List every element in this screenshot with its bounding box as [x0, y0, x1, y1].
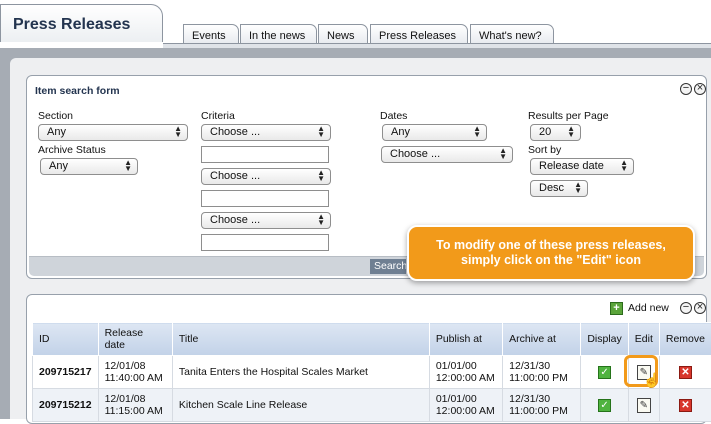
criteria-label: Criteria: [201, 110, 235, 122]
section-select[interactable]: Any ▲▼: [38, 124, 188, 141]
col-header-archive-at[interactable]: Archive at: [503, 323, 581, 356]
criteria-text-3[interactable]: [201, 234, 329, 251]
section-value: Any: [47, 126, 66, 138]
col-header-title[interactable]: Title: [172, 323, 429, 356]
select-arrows-icon: ▲▼: [317, 170, 325, 182]
select-arrows-icon: ▲▼: [124, 160, 132, 172]
results-per-page-label: Results per Page: [528, 110, 609, 122]
select-arrows-icon: ▲▼: [317, 214, 325, 226]
cell-id: 209715217: [33, 356, 99, 389]
criteria-select-1-value: Choose ...: [210, 126, 260, 138]
cell-edit: ✎: [628, 389, 659, 422]
select-arrows-icon: ▲▼: [317, 126, 325, 138]
col-header-release-date[interactable]: Release date: [98, 323, 172, 356]
top-tab-bar: Press Releases Events In the news News P…: [0, 0, 711, 48]
select-arrows-icon: ▲▼: [574, 182, 582, 194]
subtab-press-releases[interactable]: Press Releases: [370, 24, 468, 45]
sort-by-select[interactable]: Release date ▲▼: [530, 158, 634, 175]
remove-icon[interactable]: ✕: [679, 366, 692, 379]
archive-status-select[interactable]: Any ▲▼: [40, 158, 138, 175]
section-label: Section: [38, 110, 73, 122]
criteria-select-1[interactable]: Choose ... ▲▼: [201, 124, 331, 141]
select-arrows-icon: ▲▼: [473, 126, 481, 138]
table-row: 209715217 12/01/08 11:40:00 AM Tanita En…: [33, 356, 711, 389]
select-arrows-icon: ▲▼: [499, 148, 507, 160]
tab-press-releases-main[interactable]: Press Releases: [0, 4, 163, 42]
subtab-news[interactable]: News: [318, 24, 368, 45]
subtab-events[interactable]: Events: [183, 24, 239, 45]
sort-order-select[interactable]: Desc ▲▼: [530, 180, 588, 197]
archive-status-label: Archive Status: [38, 144, 106, 156]
dates-value: Any: [391, 126, 410, 138]
table-header-row: ID Release date Title Publish at Archive…: [33, 323, 711, 356]
table-row: 209715212 12/01/08 11:15:00 AM Kitchen S…: [33, 389, 711, 422]
dates-range-value: Choose ...: [390, 148, 440, 160]
subtab-whats-new[interactable]: What's new?: [470, 24, 554, 45]
select-arrows-icon: ▲▼: [567, 126, 575, 138]
col-header-publish-at[interactable]: Publish at: [429, 323, 502, 356]
archive-status-value: Any: [49, 160, 68, 172]
cell-archive-at: 12/31/30 11:00:00 PM: [503, 389, 581, 422]
display-check-icon[interactable]: ✓: [598, 366, 611, 379]
cell-remove: ✕: [659, 356, 711, 389]
results-per-page-value: 20: [539, 126, 551, 138]
search-form-title: Item search form: [35, 85, 120, 97]
cell-publish-at: 01/01/00 12:00:00 AM: [429, 356, 502, 389]
col-header-edit: Edit: [628, 323, 659, 356]
cell-id: 209715212: [33, 389, 99, 422]
criteria-text-1[interactable]: [201, 146, 329, 163]
criteria-text-2[interactable]: [201, 190, 329, 207]
sort-by-label: Sort by: [528, 144, 561, 156]
cell-archive-at: 12/31/30 11:00:00 PM: [503, 356, 581, 389]
subtab-in-the-news[interactable]: In the news: [240, 24, 317, 45]
collapse-icon[interactable]: −: [680, 302, 692, 314]
cell-release-date: 12/01/08 11:40:00 AM: [98, 356, 172, 389]
search-button[interactable]: Search: [370, 259, 406, 274]
select-arrows-icon: ▲▼: [620, 160, 628, 172]
tutorial-callout: To modify one of these press releases, s…: [407, 225, 695, 281]
sort-by-value: Release date: [539, 160, 604, 172]
select-arrows-icon: ▲▼: [174, 126, 182, 138]
press-releases-table: ID Release date Title Publish at Archive…: [32, 322, 711, 422]
add-icon[interactable]: +: [610, 302, 623, 315]
cell-remove: ✕: [659, 389, 711, 422]
results-per-page-select[interactable]: 20 ▲▼: [530, 124, 581, 141]
criteria-select-3[interactable]: Choose ... ▲▼: [201, 212, 331, 229]
dates-range-select[interactable]: Choose ... ▲▼: [381, 146, 513, 163]
sort-order-value: Desc: [539, 182, 564, 194]
cell-release-date: 12/01/08 11:15:00 AM: [98, 389, 172, 422]
criteria-select-2-value: Choose ...: [210, 170, 260, 182]
close-icon[interactable]: ×: [694, 302, 706, 314]
add-new-link[interactable]: Add new: [628, 302, 669, 314]
cell-display: ✓: [581, 389, 628, 422]
col-header-display: Display: [581, 323, 628, 356]
cell-title: Kitchen Scale Line Release: [172, 389, 429, 422]
close-icon[interactable]: ×: [694, 83, 706, 95]
cell-publish-at: 01/01/00 12:00:00 AM: [429, 389, 502, 422]
criteria-select-3-value: Choose ...: [210, 214, 260, 226]
edit-icon[interactable]: ✎: [637, 398, 651, 413]
col-header-remove: Remove: [659, 323, 711, 356]
col-header-id[interactable]: ID: [33, 323, 99, 356]
criteria-select-2[interactable]: Choose ... ▲▼: [201, 168, 331, 185]
cell-title: Tanita Enters the Hospital Scales Market: [172, 356, 429, 389]
pointer-cursor-icon: ☝: [643, 372, 660, 389]
cell-display: ✓: [581, 356, 628, 389]
display-check-icon[interactable]: ✓: [598, 399, 611, 412]
dates-select[interactable]: Any ▲▼: [382, 124, 487, 141]
dates-label: Dates: [380, 110, 407, 122]
remove-icon[interactable]: ✕: [679, 399, 692, 412]
collapse-icon[interactable]: −: [680, 83, 692, 95]
